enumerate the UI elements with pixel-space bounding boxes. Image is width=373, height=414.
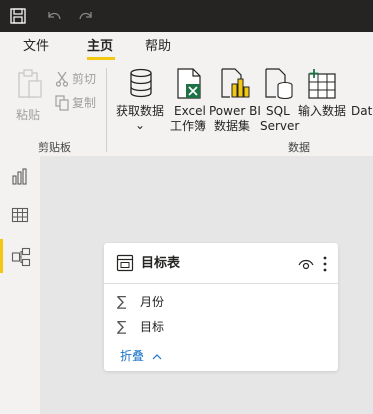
- sql-server-button[interactable]: SQL Server: [260, 66, 300, 138]
- excel-label-line1: Excel: [174, 104, 206, 118]
- excel-label-line2: 工作簿: [170, 119, 207, 133]
- card-divider: [104, 283, 338, 284]
- title-bar: [0, 0, 373, 32]
- report-view-button[interactable]: [0, 159, 40, 193]
- tab-home[interactable]: 主页: [87, 38, 113, 56]
- cut-label: 剪切: [72, 72, 97, 86]
- paste-icon: [18, 69, 42, 98]
- undo-button[interactable]: [42, 4, 66, 28]
- data-group-label: 数据: [288, 141, 310, 154]
- table-card[interactable]: 目标表 ∑ 月份 ∑ 目标 折叠: [104, 243, 338, 371]
- scissors-icon: [55, 71, 69, 87]
- field-name: 目标: [140, 320, 165, 334]
- enter-data-label: 输入数据: [298, 104, 347, 118]
- power-bi-dataset-button[interactable]: Power BI 数据集: [208, 66, 261, 138]
- eye-icon[interactable]: [298, 257, 314, 271]
- sum-icon: ∑: [117, 319, 127, 335]
- redo-icon: [79, 12, 92, 20]
- ribbon: 粘贴 剪切 复制 剪贴板 获取数据 ⌄ Excel 工作簿 Power BI 数…: [0, 62, 373, 156]
- enter-data-button[interactable]: 输入数据: [298, 66, 348, 138]
- table-card-header[interactable]: 目标表: [104, 243, 338, 283]
- table-title: 目标表: [141, 256, 181, 271]
- tab-help[interactable]: 帮助: [145, 38, 171, 56]
- paste-label: 粘贴: [16, 108, 41, 122]
- get-data-label: 获取数据: [116, 104, 165, 118]
- view-switcher: [0, 156, 40, 414]
- dataverse-label: Data: [351, 104, 373, 118]
- data-view-button[interactable]: [0, 198, 40, 232]
- collapse-button[interactable]: 折叠: [120, 348, 162, 364]
- enter-data-table-icon: [308, 69, 336, 99]
- undo-icon: [48, 12, 61, 20]
- sql-label-line1: SQL: [266, 104, 290, 118]
- bar-chart-icon: [12, 168, 27, 185]
- chevron-down-icon: ⌄: [135, 118, 146, 132]
- active-view-indicator: [0, 239, 3, 273]
- sql-server-icon: [265, 68, 293, 100]
- database-icon: [130, 68, 152, 98]
- save-icon: [10, 8, 26, 24]
- table-icon: [116, 254, 134, 272]
- field-name: 月份: [140, 295, 165, 309]
- save-button[interactable]: [6, 4, 30, 28]
- get-data-button[interactable]: 获取数据 ⌄: [114, 66, 168, 138]
- sum-icon: ∑: [117, 294, 127, 310]
- power-bi-label-line1: Power BI: [209, 104, 261, 118]
- dataset-icon: [221, 68, 250, 98]
- redo-button[interactable]: [74, 4, 98, 28]
- collapse-label: 折叠: [120, 349, 145, 363]
- dataverse-button[interactable]: Data: [350, 66, 373, 138]
- excel-icon: [177, 68, 201, 99]
- copy-icon: [55, 95, 69, 111]
- more-options-icon[interactable]: [322, 255, 328, 273]
- ribbon-separator: [106, 68, 107, 152]
- table-grid-icon: [11, 207, 29, 223]
- model-icon: [11, 247, 31, 267]
- tab-file[interactable]: 文件: [23, 38, 49, 56]
- power-bi-label-line2: 数据集: [214, 119, 251, 133]
- sql-label-line2: Server: [260, 119, 300, 133]
- clipboard-group-label: 剪贴板: [38, 141, 71, 154]
- paste-button[interactable]: 粘贴: [14, 68, 46, 126]
- excel-workbook-button[interactable]: Excel 工作簿: [168, 66, 208, 138]
- chevron-up-icon: [152, 353, 162, 359]
- active-tab-indicator: [87, 57, 115, 60]
- ribbon-tabs: 文件 主页 帮助: [0, 32, 373, 62]
- model-view-button[interactable]: [0, 239, 40, 273]
- copy-label: 复制: [72, 96, 97, 110]
